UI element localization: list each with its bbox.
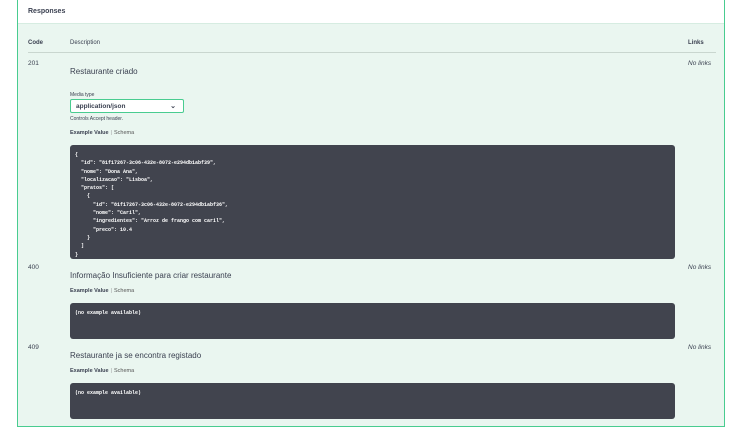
tab-example-value[interactable]: Example Value xyxy=(70,130,109,136)
response-links: No links xyxy=(688,344,712,351)
tab-schema[interactable]: Schema xyxy=(114,288,134,294)
media-type-label: Media type xyxy=(70,92,95,98)
tab-example-value[interactable]: Example Value xyxy=(70,368,109,374)
column-header-description: Description xyxy=(70,40,101,46)
example-code-block: { "id": "81f17267-3c06-432e-8072-e294db1… xyxy=(70,145,675,259)
response-links: No links xyxy=(688,60,712,67)
responses-header: Responses xyxy=(18,0,724,24)
tab-schema[interactable]: Schema xyxy=(114,368,134,374)
header-divider xyxy=(28,52,716,53)
chevron-down-icon: ⌄ xyxy=(170,103,176,110)
response-code: 201 xyxy=(28,60,39,67)
response-code: 400 xyxy=(28,264,39,271)
tab-schema[interactable]: Schema xyxy=(114,130,134,136)
column-header-code: Code xyxy=(28,40,43,46)
example-tabs: Example Value | Schema xyxy=(70,368,135,374)
response-description: Restaurante ja se encontra registado xyxy=(70,351,202,360)
media-type-value: application/json xyxy=(76,103,126,110)
tab-example-value[interactable]: Example Value xyxy=(70,288,109,294)
response-description: Restaurante criado xyxy=(70,67,138,76)
example-tabs: Example Value | Schema xyxy=(70,288,135,294)
controls-accept-note: Controls Accept header. xyxy=(70,116,124,122)
response-links: No links xyxy=(688,264,712,271)
response-code: 409 xyxy=(28,344,39,351)
example-tabs: Example Value | Schema xyxy=(70,130,135,136)
example-code-block: (no example available) xyxy=(70,303,675,339)
responses-panel: Responses Code Description Links 201 No … xyxy=(17,0,725,427)
column-header-links: Links xyxy=(688,40,704,46)
response-description: Informação Insuficiente para criar resta… xyxy=(70,271,232,280)
media-type-select[interactable]: application/json ⌄ xyxy=(70,99,184,113)
responses-title: Responses xyxy=(28,8,66,15)
example-code-block: (no example available) xyxy=(70,383,675,419)
